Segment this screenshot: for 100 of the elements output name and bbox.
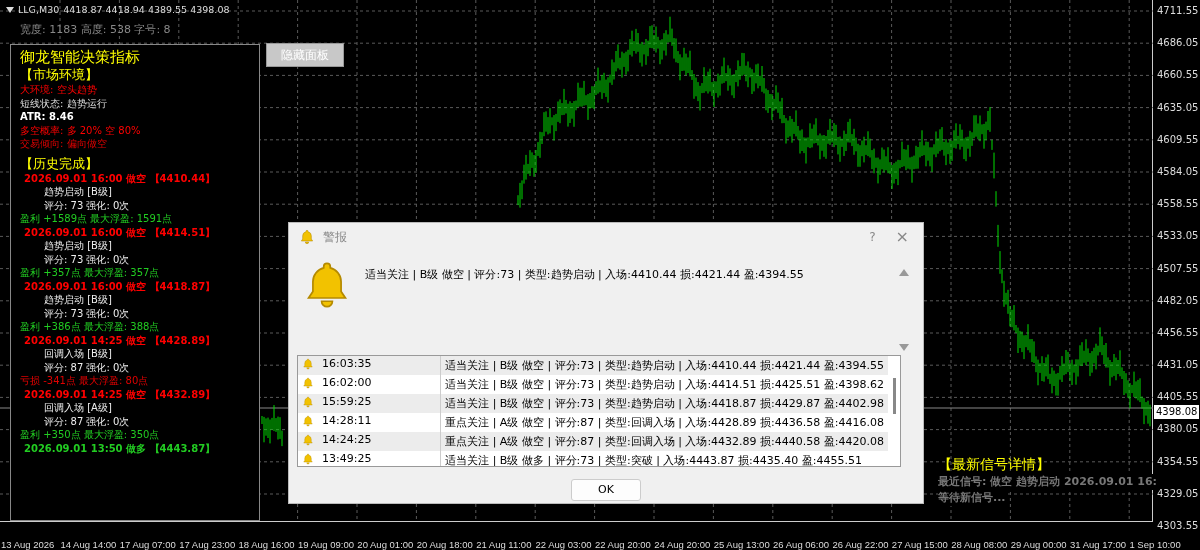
section-heading: 【最新信号详情】 [938, 455, 1051, 474]
price-label: 4609.55 [1156, 132, 1200, 147]
trade-score-text: 评分: 73 强化: 0次 [43, 306, 131, 320]
market-status-text: 短线状态: 趋势运行 [20, 96, 108, 110]
trade-result-text: 亏损 -341点 最大浮盈: 80点 [20, 374, 150, 388]
help-button[interactable]: ? [861, 228, 884, 246]
dialog-title: 警报 [323, 229, 347, 246]
time-label: 22 Aug 03:00 [535, 538, 593, 550]
price-label: 4686.05 [1156, 36, 1200, 51]
trade-score-text: 评分: 87 强化: 0次 [43, 414, 131, 428]
alert-time: 15:59:25 [322, 394, 372, 410]
price-label: 4354.55 [1156, 454, 1200, 469]
time-label: 13 Aug 2026 [1, 538, 56, 550]
price-label: 4456.55 [1156, 325, 1200, 340]
time-label: 27 Aug 15:00 [891, 538, 949, 550]
section-heading: 【历史完成】 [20, 154, 99, 172]
time-label: 31 Aug 17:00 [1070, 538, 1128, 550]
alert-time: 13:49:25 [322, 451, 372, 466]
ok-button[interactable]: OK [571, 479, 641, 501]
bell-icon [302, 453, 314, 465]
market-status-text: 大环境: 空头趋势 [20, 83, 98, 97]
panel-title: 御龙智能决策指标 [20, 48, 141, 66]
trade-setup-text: 回调入场 [A级] [43, 401, 113, 415]
alert-text-cell: 重点关注 | A级 做空 | 评分:87 | 类型:回调入场 | 入场:4428.89 损:4436.58 盈:4416.08 [440, 413, 888, 432]
trade-result-text: 盈利 +350点 最大浮盈: 350点 [20, 428, 161, 442]
alert-time: 16:03:35 [322, 356, 372, 372]
time-label: 18 Aug 16:00 [238, 538, 296, 550]
trade-result-text: 盈利 +1589点 最大浮盈: 1591点 [20, 212, 174, 226]
alert-text-cell: 适当关注 | B级 做空 | 评分:73 | 类型:趋势启动 | 入场:4410.44 损:4421.44 盈:4394.55 [440, 356, 888, 375]
dropdown-triangle-icon[interactable] [6, 7, 14, 14]
trade-setup-text: 趋势启动 [B级] [43, 239, 113, 253]
time-label: 26 Aug 06:00 [773, 538, 831, 550]
price-label: 4635.05 [1156, 100, 1200, 115]
trade-setup-text: 趋势启动 [B级] [43, 185, 113, 199]
price-label: 4558.55 [1156, 197, 1200, 212]
time-label: 17 Aug 23:00 [179, 538, 237, 550]
alert-message: 适当关注 | B级 做空 | 评分:73 | 类型:趋势启动 | 入场:4410.44 损:4421.44 盈:4394.55 [365, 267, 805, 283]
trade-setup-text: 回调入场 [B级] [43, 347, 113, 361]
time-label: 17 Aug 07:00 [119, 538, 177, 550]
bell-icon [302, 415, 314, 427]
trade-signal-text: 2026.09.01 14:25 做空 【4428.89】 [23, 333, 217, 347]
market-status-text: ATR: 8.46 [20, 110, 75, 124]
current-price-label: 4398.08 [1154, 405, 1200, 419]
time-label: 25 Aug 13:00 [713, 538, 771, 550]
time-label: 20 Aug 01:00 [357, 538, 415, 550]
signal-status-text: 等待新信号... [938, 490, 1006, 506]
price-label: 4533.05 [1156, 229, 1200, 244]
time-label: 29 Aug 00:00 [1010, 538, 1068, 550]
trade-score-text: 评分: 87 强化: 0次 [43, 360, 131, 374]
time-label: 1 Sep 10:00 [1129, 538, 1182, 550]
price-label: 4660.55 [1156, 68, 1200, 83]
price-label: 4507.55 [1156, 261, 1200, 276]
trade-signal-text: 2026.09.01 16:00 做空 【4410.44】 [23, 171, 217, 185]
market-status-text: 交易倾向: 偏向做空 [20, 137, 108, 151]
alert-text-cell: 适当关注 | B级 做空 | 评分:73 | 类型:趋势启动 | 入场:4418.87 损:4429.87 盈:4402.98 [440, 394, 888, 413]
alert-time: 14:24:25 [322, 432, 372, 448]
price-label: 4584.05 [1156, 164, 1200, 179]
trade-score-text: 评分: 73 强化: 0次 [43, 252, 131, 266]
alert-text-cell: 重点关注 | A级 做空 | 评分:87 | 类型:回调入场 | 入场:4432.89 损:4440.58 盈:4420.08 [440, 432, 888, 451]
trade-signal-text: 2026.09.01 14:25 做空 【4432.89】 [23, 387, 217, 401]
scroll-down-icon[interactable] [899, 344, 909, 351]
time-label: 21 Aug 11:00 [476, 538, 533, 550]
trade-signal-text: 2026.09.01 16:00 做空 【4418.87】 [23, 279, 217, 293]
time-label: 28 Aug 08:00 [951, 538, 1009, 550]
trade-setup-text: 趋势启动 [B级] [43, 293, 113, 307]
time-label: 14 Aug 14:00 [60, 538, 118, 550]
bell-icon [302, 377, 314, 389]
trade-signal-text: 2026.09.01 13:50 做多 【4443.87】 [23, 441, 217, 455]
market-status-text: 多空概率: 多 20% 空 80% [20, 123, 142, 137]
price-label: 4380.05 [1156, 422, 1200, 437]
signal-status-text: 最近信号: 做空 趋势启动 2026.09.01 16: [938, 474, 1157, 490]
alert-text-cell: 适当关注 | B级 做空 | 评分:73 | 类型:趋势启动 | 入场:4414.51 损:4425.51 盈:4398.62 [440, 375, 888, 394]
time-label: 19 Aug 09:00 [297, 538, 355, 550]
quote-text: 4418.87 4418.94 4389.55 4398.08 [63, 3, 230, 17]
bell-icon [302, 396, 314, 408]
time-label: 22 Aug 20:00 [594, 538, 652, 550]
trade-score-text: 评分: 73 强化: 0次 [43, 198, 131, 212]
scrollbar-thumb [893, 378, 896, 414]
bell-icon [302, 358, 314, 370]
dimensions-text: 宽度: 1183 高度: 538 字号: 8 [20, 22, 171, 38]
trade-signal-text: 2026.09.01 16:00 做空 【4414.51】 [23, 225, 217, 239]
time-label: 20 Aug 18:00 [416, 538, 474, 550]
time-label: 26 Aug 22:00 [832, 538, 890, 550]
price-bars-drawing [261, 404, 283, 447]
alert-text-cell: 适当关注 | B级 做多 | 评分:73 | 类型:突破 | 入场:4443.87 损:4435.40 盈:4455.51 [440, 451, 888, 466]
scroll-up-icon[interactable] [899, 269, 909, 276]
section-heading: 【市场环境】 [20, 66, 99, 83]
price-label: 4329.05 [1156, 486, 1200, 501]
alert-time: 16:02:00 [322, 375, 372, 391]
symbol-label: LLG,M30 [18, 3, 60, 17]
close-button[interactable]: × [891, 225, 913, 249]
price-label: 4405.55 [1156, 390, 1200, 405]
price-label: 4431.05 [1156, 358, 1200, 373]
trade-result-text: 盈利 +357点 最大浮盈: 357点 [20, 266, 161, 280]
price-label: 4711.55 [1156, 4, 1200, 18]
alert-time: 14:28:11 [322, 413, 372, 429]
bell-icon [302, 434, 314, 446]
price-label: 4303.55 [1156, 519, 1200, 533]
trade-result-text: 盈利 +386点 最大浮盈: 388点 [20, 320, 161, 334]
bell-icon [299, 229, 315, 245]
